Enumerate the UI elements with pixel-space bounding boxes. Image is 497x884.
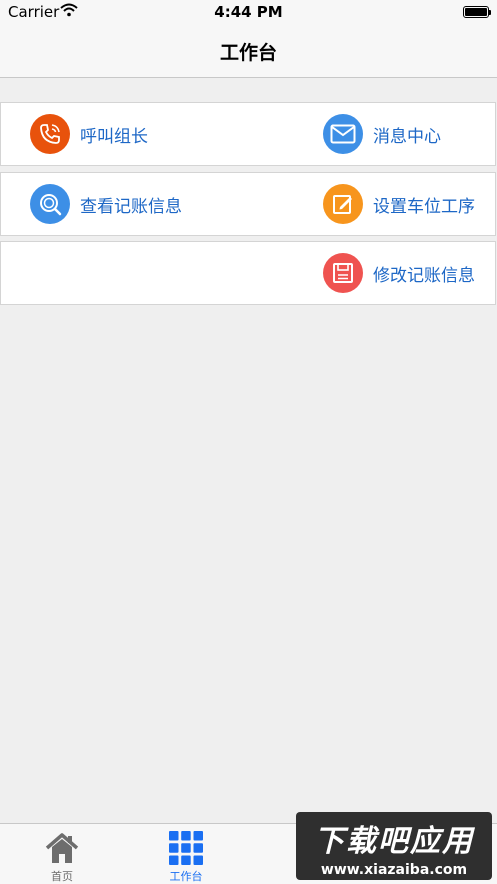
battery-icon xyxy=(463,6,491,18)
menu-row-2: 查看记账信息 设置车位工序 xyxy=(0,172,496,236)
watermark-logo: 下载吧应用 www.xiazaiba.com xyxy=(296,812,492,880)
tab-home[interactable]: 首页 xyxy=(17,824,107,884)
call-leader-button[interactable]: 呼叫组长 xyxy=(30,103,148,165)
page-title: 工作台 xyxy=(219,42,277,64)
watermark-title: 下载吧应用 xyxy=(314,824,474,859)
status-time: 4:44 PM xyxy=(214,3,283,21)
modify-records-button[interactable]: 修改记账信息 xyxy=(323,242,475,304)
message-center-label: 消息中心 xyxy=(373,126,441,147)
call-leader-label: 呼叫组长 xyxy=(80,126,148,147)
message-center-button[interactable]: 消息中心 xyxy=(323,103,441,165)
search-icon xyxy=(30,184,70,224)
tab-workbench[interactable]: 工作台 xyxy=(141,824,231,884)
tab-workbench-label: 工作台 xyxy=(169,870,203,883)
menu-row-3: 修改记账信息 xyxy=(0,241,496,305)
navigation-bar: 工作台 xyxy=(0,24,497,78)
mail-icon xyxy=(323,114,363,154)
set-process-button[interactable]: 设置车位工序 xyxy=(323,173,475,235)
home-icon xyxy=(44,830,80,866)
set-process-label: 设置车位工序 xyxy=(373,196,475,217)
save-icon xyxy=(323,253,363,293)
watermark-url: www.xiazaiba.com xyxy=(320,862,468,878)
modify-records-label: 修改记账信息 xyxy=(373,265,475,286)
phone-icon xyxy=(30,114,70,154)
view-records-label: 查看记账信息 xyxy=(80,196,182,217)
edit-icon xyxy=(323,184,363,224)
menu-row-1: 呼叫组长 消息中心 xyxy=(0,102,496,166)
grid-icon xyxy=(168,830,204,866)
status-bar: Carrier 4:44 PM xyxy=(0,0,497,24)
tab-home-label: 首页 xyxy=(51,870,73,883)
view-records-button[interactable]: 查看记账信息 xyxy=(30,173,182,235)
